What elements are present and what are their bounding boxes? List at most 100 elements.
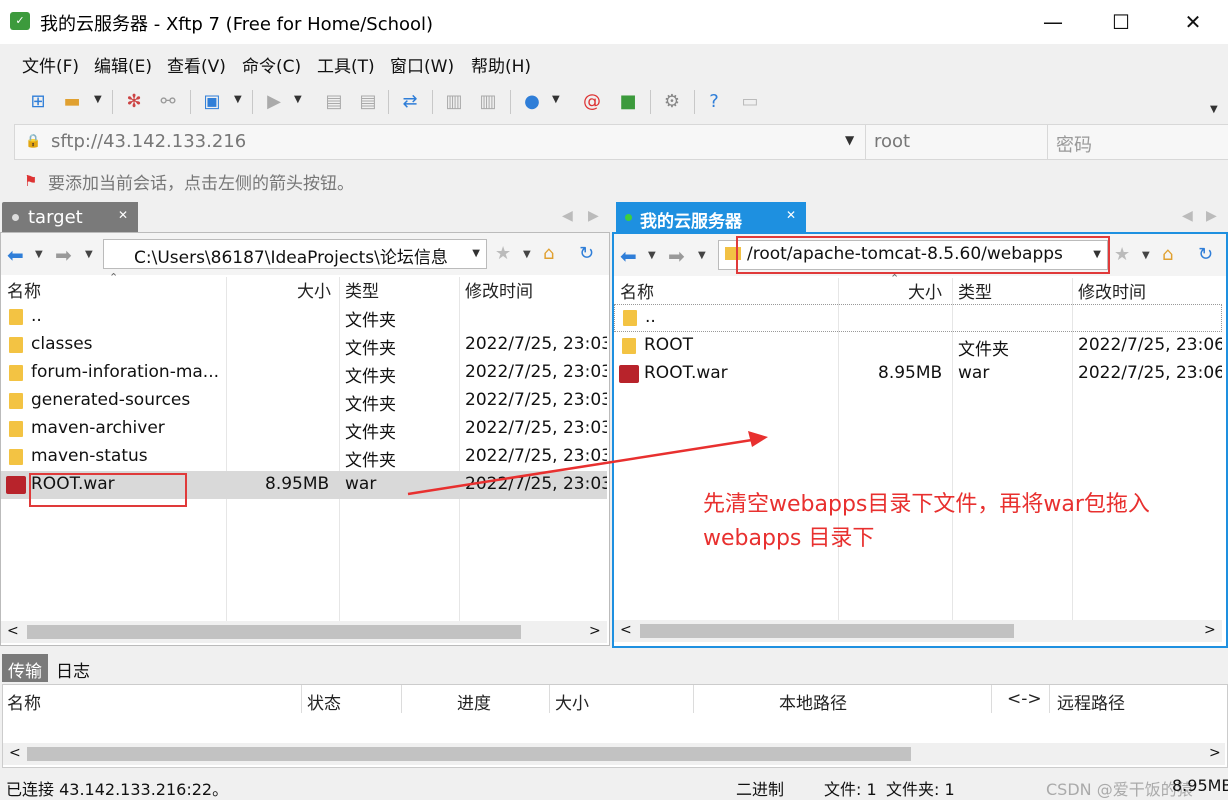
scroll-left-icon[interactable]: < (620, 622, 632, 638)
menu-file[interactable]: 文件(F) (22, 52, 79, 77)
tab-prev-icon[interactable]: ◀ (1182, 208, 1193, 224)
local-horizontal-scrollbar[interactable]: < > (1, 621, 607, 643)
open-dropdown-caret-icon[interactable]: ▼ (94, 94, 102, 105)
scroll-right-icon[interactable]: > (1204, 622, 1216, 638)
help-icon[interactable]: ? (702, 90, 726, 114)
download-icon[interactable]: ▤ (356, 90, 380, 114)
username-field[interactable]: root (865, 125, 1046, 159)
star-caret-icon[interactable]: ▼ (1142, 250, 1150, 261)
toolbar-overflow-icon[interactable]: ▼ (1210, 104, 1218, 115)
tab-transfer[interactable]: 传输 (2, 654, 48, 682)
tab-close-icon[interactable]: ✕ (118, 208, 128, 222)
xshell-icon[interactable]: @ (580, 90, 604, 114)
close-button[interactable]: ✕ (1178, 8, 1208, 36)
gear-icon[interactable]: ⚙ (660, 90, 684, 114)
tab-local-target[interactable]: target ✕ (2, 202, 138, 232)
menu-view[interactable]: 查看(V) (167, 52, 226, 77)
col-size[interactable]: 大小 (908, 278, 942, 304)
menu-help[interactable]: 帮助(H) (471, 52, 531, 77)
star-icon[interactable]: ★ (495, 243, 511, 264)
menu-window[interactable]: 窗口(W) (390, 52, 454, 77)
tab-close-icon[interactable]: ✕ (786, 208, 796, 222)
minimize-button[interactable]: — (1038, 8, 1068, 36)
scroll-thumb[interactable] (27, 625, 521, 639)
local-path-input[interactable]: C:\Users\86187\IdeaProjects\论坛信息 ▼ (103, 239, 487, 269)
scroll-left-icon[interactable]: < (7, 623, 19, 639)
copy-icon[interactable]: ▥ (442, 90, 466, 114)
file-row[interactable]: maven-status 文件夹 2022/7/25, 23:03 (1, 443, 607, 471)
back-caret-icon[interactable]: ▼ (35, 249, 43, 260)
open-folder-icon[interactable]: ▬ (60, 90, 84, 114)
globe-icon[interactable]: ● (520, 90, 544, 114)
remote-horizontal-scrollbar[interactable]: < > (614, 620, 1222, 642)
file-row[interactable]: .. 文件夹 (1, 303, 607, 331)
forward-arrow-icon[interactable]: ➡ (668, 244, 685, 268)
transfer-mode[interactable]: 二进制 (736, 776, 784, 800)
star-icon[interactable]: ★ (1114, 244, 1130, 265)
properties-icon[interactable]: ▣ (200, 90, 224, 114)
xftp-icon[interactable]: ■ (616, 90, 640, 114)
paste-icon[interactable]: ▥ (476, 90, 500, 114)
menu-command[interactable]: 命令(C) (242, 52, 301, 77)
col-modified[interactable]: 修改时间 (465, 277, 533, 303)
password-field[interactable]: 密码 (1047, 125, 1228, 159)
file-row[interactable]: generated-sources 文件夹 2022/7/25, 23:03 (1, 387, 607, 415)
play-caret-icon[interactable]: ▼ (294, 94, 302, 105)
home-folder-icon[interactable]: ⌂ (543, 243, 554, 264)
tx-col-progress[interactable]: 进度 (457, 689, 491, 714)
forward-arrow-icon[interactable]: ➡ (55, 243, 72, 267)
file-row-focused[interactable]: .. (614, 304, 1222, 332)
forward-caret-icon[interactable]: ▼ (85, 249, 93, 260)
back-arrow-icon[interactable]: ⬅ (620, 244, 637, 268)
back-arrow-icon[interactable]: ⬅ (7, 243, 24, 267)
maximize-button[interactable]: ☐ (1106, 8, 1136, 36)
home-folder-icon[interactable]: ⌂ (1162, 244, 1173, 265)
tab-log[interactable]: 日志 (56, 657, 90, 682)
tab-next-icon[interactable]: ▶ (1206, 208, 1217, 224)
menu-tools[interactable]: 工具(T) (317, 52, 375, 77)
tab-next-icon[interactable]: ▶ (588, 208, 599, 224)
forward-caret-icon[interactable]: ▼ (698, 250, 706, 261)
tab-remote-server[interactable]: 我的云服务器 ✕ (616, 202, 806, 232)
scroll-left-icon[interactable]: < (9, 745, 21, 761)
col-type[interactable]: 类型 (345, 277, 379, 303)
file-row[interactable]: ROOT 文件夹 2022/7/25, 23:06 (614, 332, 1222, 360)
refresh-icon[interactable]: ↻ (579, 243, 594, 264)
scroll-thumb[interactable] (27, 747, 911, 761)
back-caret-icon[interactable]: ▼ (648, 250, 656, 261)
tx-col-status[interactable]: 状态 (307, 689, 341, 714)
chat-icon[interactable]: ▭ (738, 90, 762, 114)
scroll-right-icon[interactable]: > (589, 623, 601, 639)
col-modified[interactable]: 修改时间 (1078, 278, 1146, 304)
file-row[interactable]: maven-archiver 文件夹 2022/7/25, 23:03 (1, 415, 607, 443)
tx-col-name[interactable]: 名称 (7, 689, 41, 714)
col-name[interactable]: 名称 (7, 277, 41, 303)
host-dropdown-icon[interactable]: ▼ (845, 133, 854, 147)
tx-col-local-path[interactable]: 本地路径 (779, 689, 847, 714)
refresh-icon[interactable]: ↻ (1198, 244, 1213, 265)
tx-col-remote-path[interactable]: 远程路径 (1057, 689, 1125, 714)
reconnect-icon[interactable]: ✻ (122, 90, 146, 114)
play-icon[interactable]: ▶ (262, 90, 286, 114)
file-row[interactable]: ROOT.war 8.95MB war 2022/7/25, 23:06 (614, 360, 1222, 388)
properties-caret-icon[interactable]: ▼ (234, 94, 242, 105)
scroll-thumb[interactable] (640, 624, 1014, 638)
file-row[interactable]: forum-inforation-ma... 文件夹 2022/7/25, 23… (1, 359, 607, 387)
transfer-horizontal-scrollbar[interactable]: < > (3, 743, 1225, 765)
star-caret-icon[interactable]: ▼ (523, 249, 531, 260)
scroll-right-icon[interactable]: > (1209, 745, 1221, 761)
host-input[interactable]: sftp://43.142.133.216 (51, 131, 246, 152)
col-type[interactable]: 类型 (958, 278, 992, 304)
globe-caret-icon[interactable]: ▼ (552, 94, 560, 105)
bookmark-flag-icon[interactable]: ⚑ (24, 172, 40, 190)
tx-col-direction[interactable]: <-> (1007, 689, 1042, 709)
file-row[interactable]: classes 文件夹 2022/7/25, 23:03 (1, 331, 607, 359)
tx-col-size[interactable]: 大小 (555, 689, 589, 714)
upload-icon[interactable]: ▤ (322, 90, 346, 114)
col-size[interactable]: 大小 (297, 277, 331, 303)
menu-edit[interactable]: 编辑(E) (94, 52, 152, 77)
tab-prev-icon[interactable]: ◀ (562, 208, 573, 224)
col-name[interactable]: 名称 (620, 278, 654, 304)
new-session-icon[interactable]: ⊞ (26, 90, 50, 114)
disconnect-icon[interactable]: ⚯ (156, 90, 180, 114)
